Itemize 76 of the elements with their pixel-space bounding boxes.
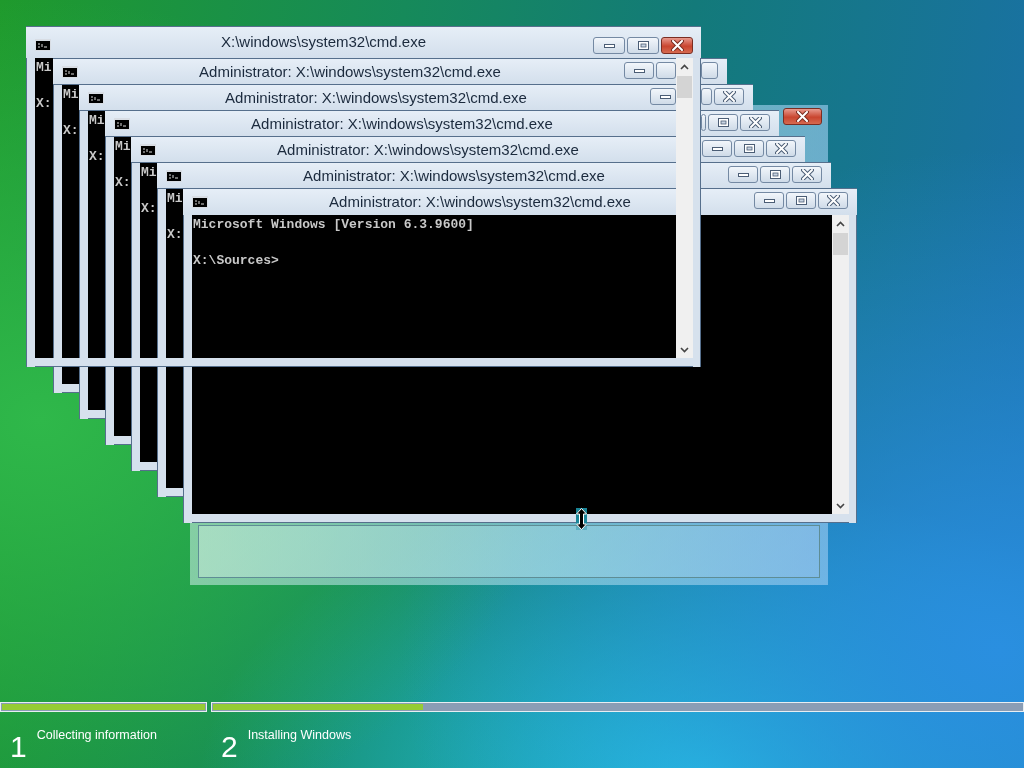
minimize-icon [738, 173, 749, 177]
scroll-down-icon[interactable] [836, 503, 845, 509]
console-app-icon [192, 196, 208, 208]
minimize-icon [660, 95, 671, 99]
step-label: Collecting information [36, 728, 157, 744]
step-number: 1 [10, 730, 27, 764]
maximize-button[interactable] [734, 140, 764, 157]
scroll-down-icon[interactable] [680, 347, 689, 353]
minimize-icon [634, 69, 645, 73]
window-title: Administrator: X:\windows\system32\cmd.exe [251, 114, 553, 132]
step-number: 2 [221, 730, 238, 764]
minimize-button[interactable] [702, 140, 732, 157]
scroll-thumb[interactable] [677, 76, 692, 98]
console-text: Mi X: [167, 190, 183, 244]
scrollbar[interactable] [676, 58, 693, 358]
minimize-icon [712, 147, 723, 151]
close-icon [671, 40, 684, 51]
window-title: Administrator: X:\windows\system32\cmd.exe [199, 62, 501, 80]
console-text: Mi X: [36, 59, 52, 113]
window-title: Administrator: X:\windows\system32\cmd.exe [329, 192, 631, 210]
resize-cursor-icon [576, 508, 587, 530]
minimize-button[interactable] [593, 37, 625, 54]
maximize-button[interactable] [760, 166, 790, 183]
window-title: Administrator: X:\windows\system32\cmd.exe [277, 140, 579, 158]
minimize-button[interactable] [728, 166, 758, 183]
console-text: Mi X: [89, 112, 105, 166]
maximize-button[interactable] [786, 192, 816, 209]
close-icon [775, 143, 788, 154]
window-title: Administrator: X:\windows\system32\cmd.exe [225, 88, 527, 106]
maximize-icon [718, 118, 729, 127]
minimize-button[interactable] [650, 88, 676, 105]
close-button[interactable] [661, 37, 693, 54]
close-button[interactable] [740, 114, 770, 131]
title-bar[interactable]: Administrator: X:\windows\system32\cmd.exe [53, 58, 676, 84]
close-icon [796, 111, 809, 122]
close-button[interactable] [766, 140, 796, 157]
step-label: Installing Windows [247, 728, 352, 744]
minimize-icon [764, 199, 775, 203]
close-button[interactable] [783, 108, 822, 125]
close-icon [801, 169, 814, 180]
window-title: Administrator: X:\windows\system32\cmd.exe [303, 166, 605, 184]
console-app-icon [140, 144, 156, 156]
maximize-icon [744, 144, 755, 153]
console-text: Mi X: [141, 164, 157, 218]
title-bar[interactable]: Administrator: X:\windows\system32\cmd.exe [105, 110, 676, 136]
minimize-button[interactable] [754, 192, 784, 209]
title-bar[interactable]: X:\windows\system32\cmd.exe [26, 26, 701, 58]
close-icon [749, 117, 762, 128]
close-button[interactable] [792, 166, 822, 183]
maximize-icon [796, 196, 807, 205]
scroll-thumb[interactable] [833, 233, 848, 255]
minimize-button[interactable] [701, 114, 706, 131]
console-app-icon [166, 170, 182, 182]
window-title: X:\windows\system32\cmd.exe [220, 32, 427, 50]
console-app-icon [62, 66, 78, 78]
maximize-button[interactable] [701, 88, 712, 105]
minimize-button[interactable] [624, 62, 654, 79]
maximize-button[interactable] [627, 37, 659, 54]
maximize-button[interactable] [708, 114, 738, 131]
console-app-icon [114, 118, 130, 130]
scroll-up-icon[interactable] [680, 64, 689, 70]
console-text: Mi X: [63, 86, 79, 140]
minimize-icon [604, 44, 615, 48]
console-app-icon [88, 92, 104, 104]
close-icon [827, 195, 840, 206]
scroll-up-icon[interactable] [836, 221, 845, 227]
console-text: Microsoft Windows [Version 6.3.9600] X:\Sources> [193, 216, 474, 270]
close-icon [723, 91, 736, 102]
console-app-icon [35, 39, 51, 51]
scrollbar[interactable] [832, 215, 849, 514]
close-button[interactable] [818, 192, 848, 209]
maximize-icon [638, 41, 649, 50]
console-text: Mi X: [115, 138, 131, 192]
maximize-icon [770, 170, 781, 179]
title-bar[interactable]: Administrator: X:\windows\system32\cmd.exe [79, 84, 676, 110]
close-button[interactable] [714, 88, 744, 105]
